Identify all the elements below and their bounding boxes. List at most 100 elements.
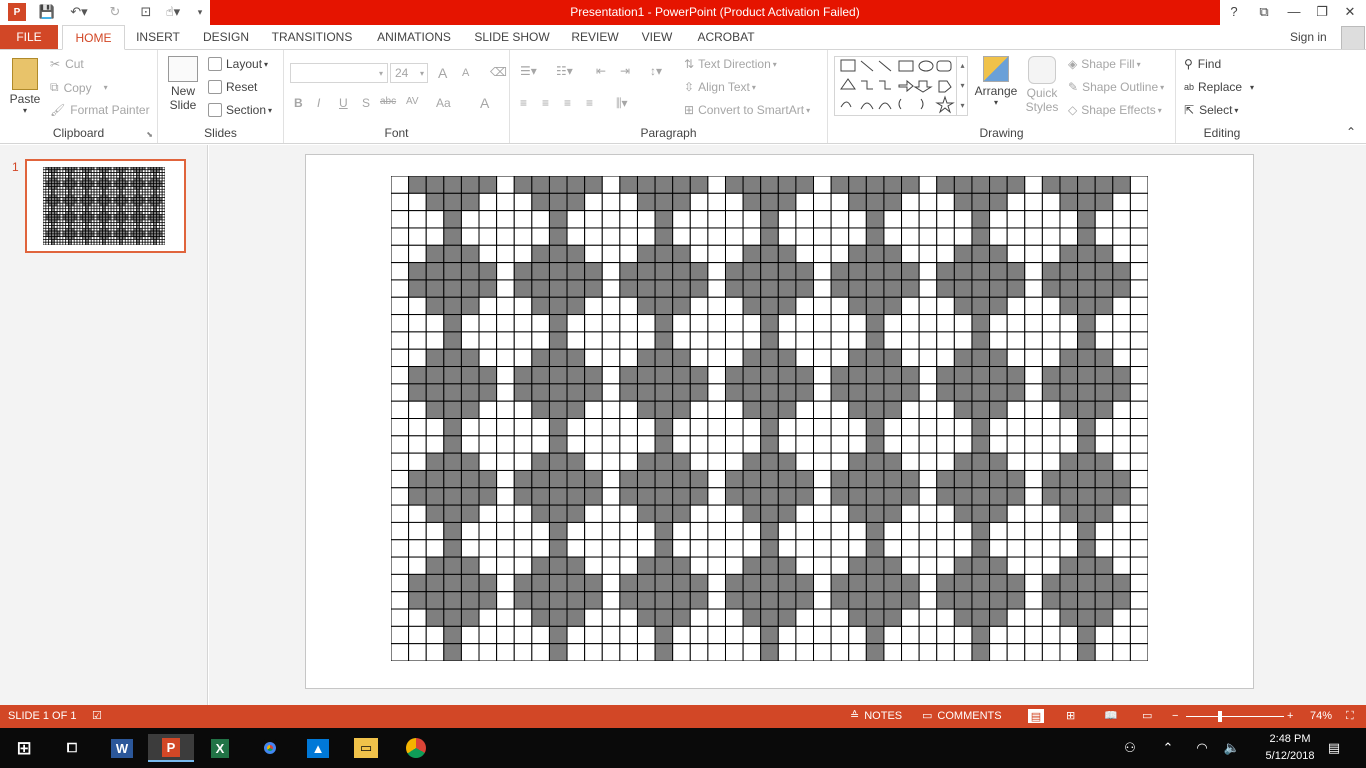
maximize-button[interactable]: ❐ [1312, 3, 1332, 21]
table-cell[interactable] [636, 279, 656, 298]
table-cell[interactable] [953, 279, 973, 298]
table-cell[interactable] [760, 227, 779, 246]
table-cell[interactable] [1112, 176, 1131, 194]
table-cell[interactable] [584, 400, 603, 420]
table-cell[interactable] [425, 176, 445, 194]
table-cell[interactable] [513, 469, 533, 489]
table-cell[interactable] [601, 504, 621, 523]
table-cell[interactable] [795, 469, 815, 489]
table-cell[interactable] [813, 452, 832, 471]
table-cell[interactable] [936, 504, 955, 523]
table-cell[interactable] [1041, 573, 1061, 593]
find-button[interactable]: ⚲ Find [1184, 57, 1221, 71]
table-cell[interactable] [830, 521, 850, 541]
table-cell[interactable] [1112, 400, 1131, 420]
table-cell[interactable] [901, 504, 920, 523]
table-cell[interactable] [865, 643, 885, 661]
table-cell[interactable] [1006, 591, 1026, 610]
table-cell[interactable] [901, 314, 920, 333]
table-cell[interactable] [1077, 400, 1096, 420]
table-cell[interactable] [1112, 227, 1131, 246]
table-cell[interactable] [795, 504, 815, 523]
table-cell[interactable] [601, 279, 621, 298]
table-cell[interactable] [689, 521, 709, 541]
table-cell[interactable] [760, 556, 779, 575]
table-cell[interactable] [1112, 625, 1131, 645]
table-cell[interactable] [936, 625, 955, 645]
table-cell[interactable] [425, 331, 445, 350]
table-cell[interactable] [619, 262, 638, 281]
table-cell[interactable] [654, 539, 674, 558]
table-grid[interactable] [391, 176, 1148, 661]
excel-taskbar-icon[interactable]: X [204, 734, 236, 762]
table-cell[interactable] [1094, 452, 1114, 471]
table-cell[interactable] [689, 591, 709, 610]
table-cell[interactable] [795, 227, 815, 246]
table-cell[interactable] [971, 314, 991, 333]
table-cell[interactable] [460, 262, 480, 281]
table-cell[interactable] [531, 625, 550, 645]
table-cell[interactable] [478, 573, 498, 593]
customize-qat-icon[interactable]: ▾ [194, 3, 206, 21]
char-spacing-button[interactable]: AV [406, 96, 419, 107]
table-cell[interactable] [707, 573, 726, 593]
table-cell[interactable] [901, 625, 920, 645]
table-cell[interactable] [742, 366, 762, 385]
table-cell[interactable] [795, 521, 815, 541]
table-cell[interactable] [1041, 487, 1061, 506]
table-cell[interactable] [1006, 573, 1026, 593]
table-cell[interactable] [566, 227, 586, 246]
table-cell[interactable] [936, 487, 955, 506]
table-cell[interactable] [548, 573, 568, 593]
table-cell[interactable] [654, 227, 674, 246]
table-cell[interactable] [760, 521, 779, 541]
table-cell[interactable] [724, 383, 744, 402]
copy-button[interactable]: ⧉ Copy ▾ [50, 80, 108, 95]
table-cell[interactable] [918, 608, 938, 627]
table-cell[interactable] [830, 400, 850, 420]
table-cell[interactable] [742, 400, 762, 420]
table-cell[interactable] [953, 643, 973, 661]
table-cell[interactable] [689, 383, 709, 402]
table-cell[interactable] [672, 608, 691, 627]
table-cell[interactable] [1041, 400, 1061, 420]
table-cell[interactable] [953, 296, 973, 316]
tab-design[interactable]: DESIGN [198, 25, 254, 50]
table-cell[interactable] [1059, 262, 1079, 281]
table-cell[interactable] [548, 383, 568, 402]
table-cell[interactable] [795, 487, 815, 506]
table-cell[interactable] [1112, 314, 1131, 333]
table-cell[interactable] [584, 608, 603, 627]
table-cell[interactable] [1077, 608, 1096, 627]
table-cell[interactable] [830, 435, 850, 454]
table-cell[interactable] [601, 608, 621, 627]
table-cell[interactable] [391, 556, 410, 575]
table-cell[interactable] [496, 608, 515, 627]
table-cell[interactable] [1094, 279, 1114, 298]
table-cell[interactable] [1129, 348, 1148, 368]
table-cell[interactable] [425, 608, 445, 627]
table-cell[interactable] [1129, 452, 1148, 471]
table-cell[interactable] [865, 504, 885, 523]
table-cell[interactable] [566, 469, 586, 489]
table-cell[interactable] [813, 573, 832, 593]
table-cell[interactable] [795, 262, 815, 281]
table-cell[interactable] [1041, 504, 1061, 523]
table-cell[interactable] [830, 608, 850, 627]
columns-icon[interactable]: ⫼▾ [616, 96, 628, 111]
table-cell[interactable] [689, 435, 709, 454]
table-cell[interactable] [918, 521, 938, 541]
table-cell[interactable] [408, 608, 427, 627]
table-cell[interactable] [813, 314, 832, 333]
table-cell[interactable] [971, 210, 991, 229]
table-cell[interactable] [619, 348, 638, 368]
table-cell[interactable] [496, 487, 515, 506]
table-cell[interactable] [496, 435, 515, 454]
table-cell[interactable] [1024, 279, 1043, 298]
table-cell[interactable] [848, 400, 867, 420]
table-cell[interactable] [531, 504, 550, 523]
table-cell[interactable] [584, 244, 603, 264]
table-cell[interactable] [936, 314, 955, 333]
table-cell[interactable] [724, 244, 744, 264]
table-cell[interactable] [513, 192, 533, 212]
